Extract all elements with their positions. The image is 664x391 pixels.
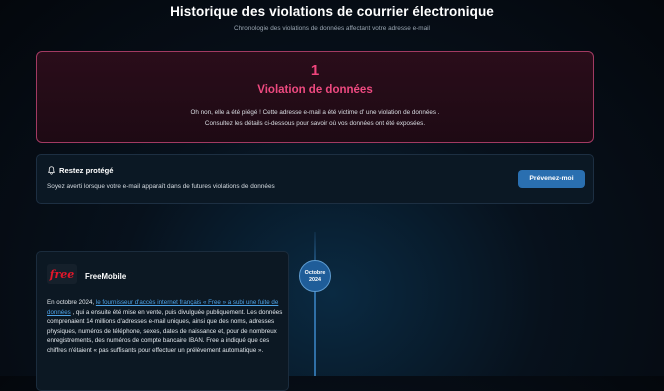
stay-protected-text: Soyez averti lorsque votre e-mail appara…: [47, 183, 275, 190]
breach-card-description: En octobre 2024, le fournisseur d'accès …: [47, 298, 283, 356]
free-logo: free: [47, 264, 77, 284]
timeline-date-month: Octobre: [304, 270, 326, 276]
breach-summary-line-1: Oh non, elle a été piégé ! Cette adresse…: [190, 109, 440, 116]
breach-card: free FreeMobile En octobre 2024, le four…: [36, 251, 289, 391]
breach-card-desc-before: En octobre 2024,: [47, 299, 96, 306]
breach-summary-message: Oh non, elle a été piégé ! Cette adresse…: [37, 107, 593, 129]
breach-count: 1: [310, 62, 320, 79]
breach-summary-title: Violation de données: [257, 84, 373, 96]
free-logo-text: free: [49, 267, 75, 281]
timeline-date-badge: Octobre 2024: [299, 260, 331, 292]
breach-summary-panel: 1 Violation de données Oh non, elle a ét…: [36, 51, 594, 143]
page-title: Historique des violations de courrier él…: [170, 4, 494, 19]
breach-card-desc-after: , qui a ensuite été mise en vente, puis …: [47, 308, 283, 354]
notify-me-button[interactable]: Prévenez-moi: [518, 170, 585, 188]
timeline-date-year: 2024: [309, 277, 321, 283]
timeline-line: [314, 232, 316, 376]
breach-summary-line-2: Consultez les détails ci-dessous pour sa…: [204, 120, 426, 127]
stay-protected-title: Restez protégé: [59, 166, 114, 175]
stay-protected-panel: Restez protégé Soyez averti lorsque votr…: [36, 154, 594, 204]
page-subtitle: Chronologie des violations de données af…: [234, 25, 430, 32]
bell-icon: [48, 166, 55, 175]
breach-card-name: FreeMobile: [85, 272, 127, 281]
